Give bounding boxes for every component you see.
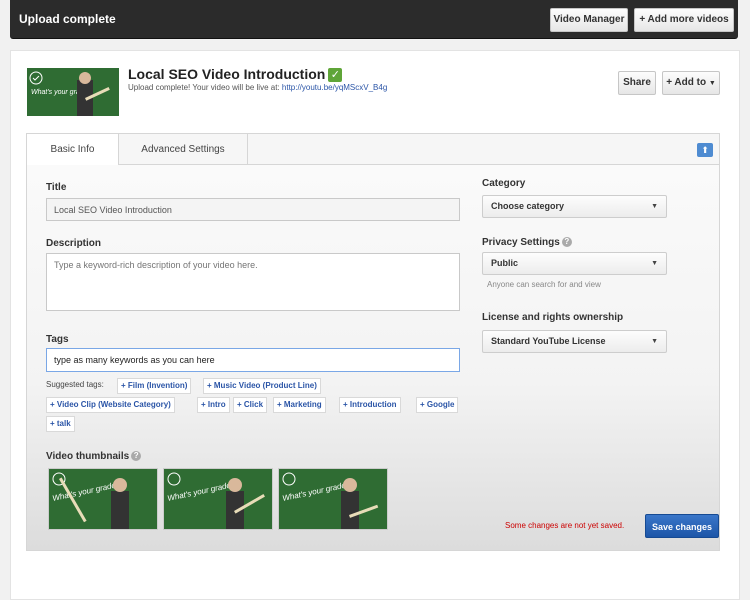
privacy-hint: Anyone can search for and view [487,280,601,289]
thumbnail-option-3[interactable]: What's your grade? [278,468,388,530]
thumbnail-option-2[interactable]: What's your grade? [163,468,273,530]
chevron-down-icon: ▼ [651,203,658,210]
privacy-dropdown[interactable]: Public ▼ [482,252,667,275]
description-textarea[interactable] [46,253,460,311]
suggested-tag[interactable]: + talk [46,416,75,432]
description-label: Description [46,238,102,249]
share-button[interactable]: Share [618,71,656,95]
video-manager-button[interactable]: Video Manager [550,8,628,32]
category-dropdown[interactable]: Choose category ▼ [482,195,667,218]
tab-basic-info[interactable]: Basic Info [27,134,119,165]
video-thumbnails-label-text: Video thumbnails [46,451,130,462]
category-label: Category [482,178,526,189]
settings-tabs: Basic Info Advanced Settings ⬆ [27,134,719,165]
upload-icon[interactable]: ⬆ [697,143,713,157]
video-preview-thumbnail[interactable]: What's your grade? [27,68,119,116]
suggested-tag[interactable]: + Marketing [273,397,326,413]
suggested-tag[interactable]: + Video Clip (Website Category) [46,397,175,413]
top-bar: Upload complete Video Manager + Add more… [10,0,738,39]
video-thumbnails-label: Video thumbnails? [46,451,142,462]
add-more-videos-button[interactable]: + Add more videos [634,8,734,32]
category-selected: Choose category [491,201,565,211]
video-title-text: Local SEO Video Introduction [128,66,326,82]
suggested-tag[interactable]: + Music Video (Product Line) [203,378,321,394]
suggested-tag[interactable]: + Click [233,397,268,413]
title-label: Title [46,182,67,193]
add-to-label: + Add to [666,77,707,88]
upload-panel: What's your grade? Local SEO Video Intro… [10,50,740,600]
help-icon[interactable]: ? [561,237,572,247]
upload-message: Upload complete! Your video will be live… [128,83,387,92]
help-icon[interactable]: ? [131,451,142,461]
privacy-selected: Public [491,258,519,268]
suggested-tag[interactable]: + Intro [197,397,230,413]
unsaved-changes-message: Some changes are not yet saved. [505,521,625,530]
video-title-heading: Local SEO Video Introduction ✓ [128,66,343,82]
video-settings-form: Basic Info Advanced Settings ⬆ Title Des… [26,133,720,551]
chevron-down-icon: ▼ [708,80,716,87]
thumbnail-option-1[interactable]: What's your grade? [48,468,158,530]
tab-advanced-settings[interactable]: Advanced Settings [119,134,248,164]
suggested-tag[interactable]: + Google [416,397,459,413]
license-label: License and rights ownership [482,312,624,323]
suggested-tag[interactable]: + Film (Invention) [117,378,192,394]
privacy-settings-label-text: Privacy Settings [482,237,560,248]
suggested-tag[interactable]: + Introduction [339,397,401,413]
tags-label: Tags [46,334,69,345]
add-to-button[interactable]: + Add to ▼ [662,71,720,95]
license-dropdown[interactable]: Standard YouTube License ▼ [482,330,667,353]
chevron-down-icon: ▼ [651,338,658,345]
suggested-tags-label: Suggested tags: [46,380,104,389]
title-input[interactable] [46,198,460,221]
upload-status-title: Upload complete [19,12,116,26]
privacy-settings-label: Privacy Settings? [482,237,572,248]
license-selected: Standard YouTube License [491,336,606,346]
chevron-down-icon: ▼ [651,260,658,267]
tags-input[interactable] [46,348,460,372]
video-url-link[interactable]: http://youtu.be/yqMScxV_B4g [282,83,387,92]
save-changes-button[interactable]: Save changes [645,514,719,538]
check-icon: ✓ [328,68,343,82]
upload-message-text: Upload complete! Your video will be live… [128,83,280,92]
